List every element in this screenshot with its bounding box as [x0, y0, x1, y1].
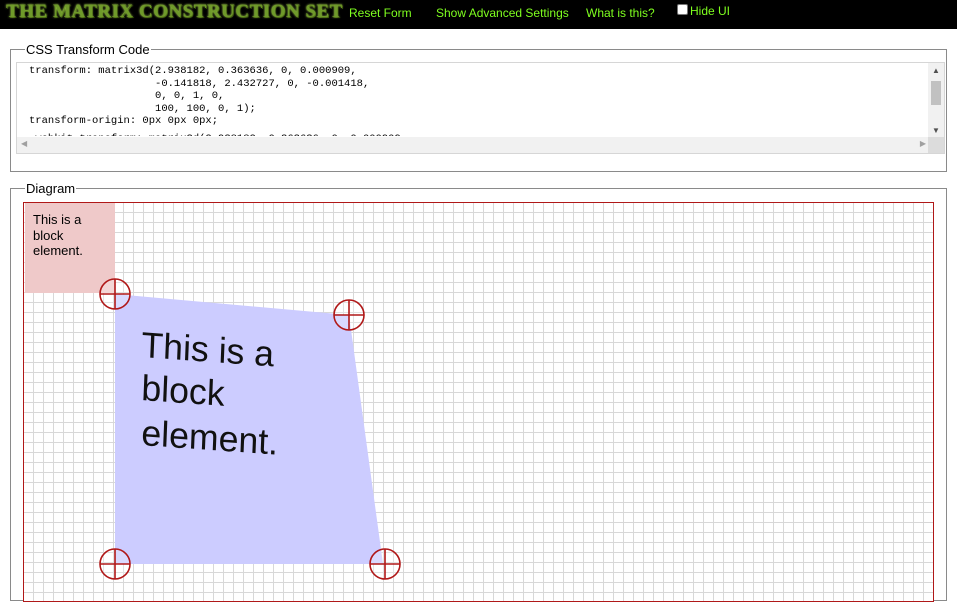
code-line: transform-origin: 0px 0px 0px;	[29, 115, 219, 128]
crosshair-handle-icon[interactable]	[333, 299, 365, 331]
scrollbar-corner	[928, 137, 944, 153]
reset-form-link[interactable]: Reset Form	[349, 6, 412, 20]
css-code-textarea[interactable]: transform: matrix3d(2.938182, 0.363636, …	[16, 62, 945, 154]
code-line: transform: matrix3d(2.938182, 0.363636, …	[29, 65, 357, 77]
diagram-panel-legend: Diagram	[26, 181, 76, 196]
scroll-up-icon[interactable]: ▲	[932, 66, 940, 75]
diagram-stage: This is a block element. This is a block…	[23, 202, 934, 602]
scroll-right-icon[interactable]: ▶	[920, 139, 926, 148]
top-bar: THE MATRIX CONSTRUCTION SET Reset Form S…	[0, 0, 957, 29]
code-panel-legend: CSS Transform Code	[26, 42, 150, 57]
hide-ui-label: Hide UI	[690, 4, 731, 18]
code-lines: transform: matrix3d(2.938182, 0.363636, …	[29, 65, 369, 128]
code-line: 0, 0, 1, 0,	[29, 90, 225, 103]
crosshair-handle-icon[interactable]	[99, 278, 131, 310]
crosshair-handle-icon[interactable]	[369, 548, 401, 580]
transformed-text-line: block	[141, 368, 226, 414]
horizontal-scrollbar[interactable]: ◀ ▶	[17, 137, 930, 153]
scroll-left-icon[interactable]: ◀	[21, 139, 27, 148]
crosshair-handle-icon[interactable]	[99, 548, 131, 580]
scroll-down-icon[interactable]: ▼	[932, 126, 940, 135]
scroll-thumb[interactable]	[931, 81, 941, 105]
code-line: -0.141818, 2.432727, 0, -0.001418,	[29, 77, 370, 90]
code-line: 100, 100, 0, 1);	[29, 102, 256, 115]
transform-diagram: This is a block element.	[99, 278, 401, 580]
hide-ui-checkbox[interactable]	[677, 3, 688, 15]
what-is-this-link[interactable]: What is this?	[586, 6, 655, 20]
app-logo: THE MATRIX CONSTRUCTION SET	[6, 1, 343, 22]
show-advanced-settings-link[interactable]: Show Advanced Settings	[436, 6, 569, 20]
hide-ui-toggle[interactable]: Hide UI	[677, 3, 731, 18]
vertical-scrollbar[interactable]: ▲ ▼	[928, 63, 944, 138]
